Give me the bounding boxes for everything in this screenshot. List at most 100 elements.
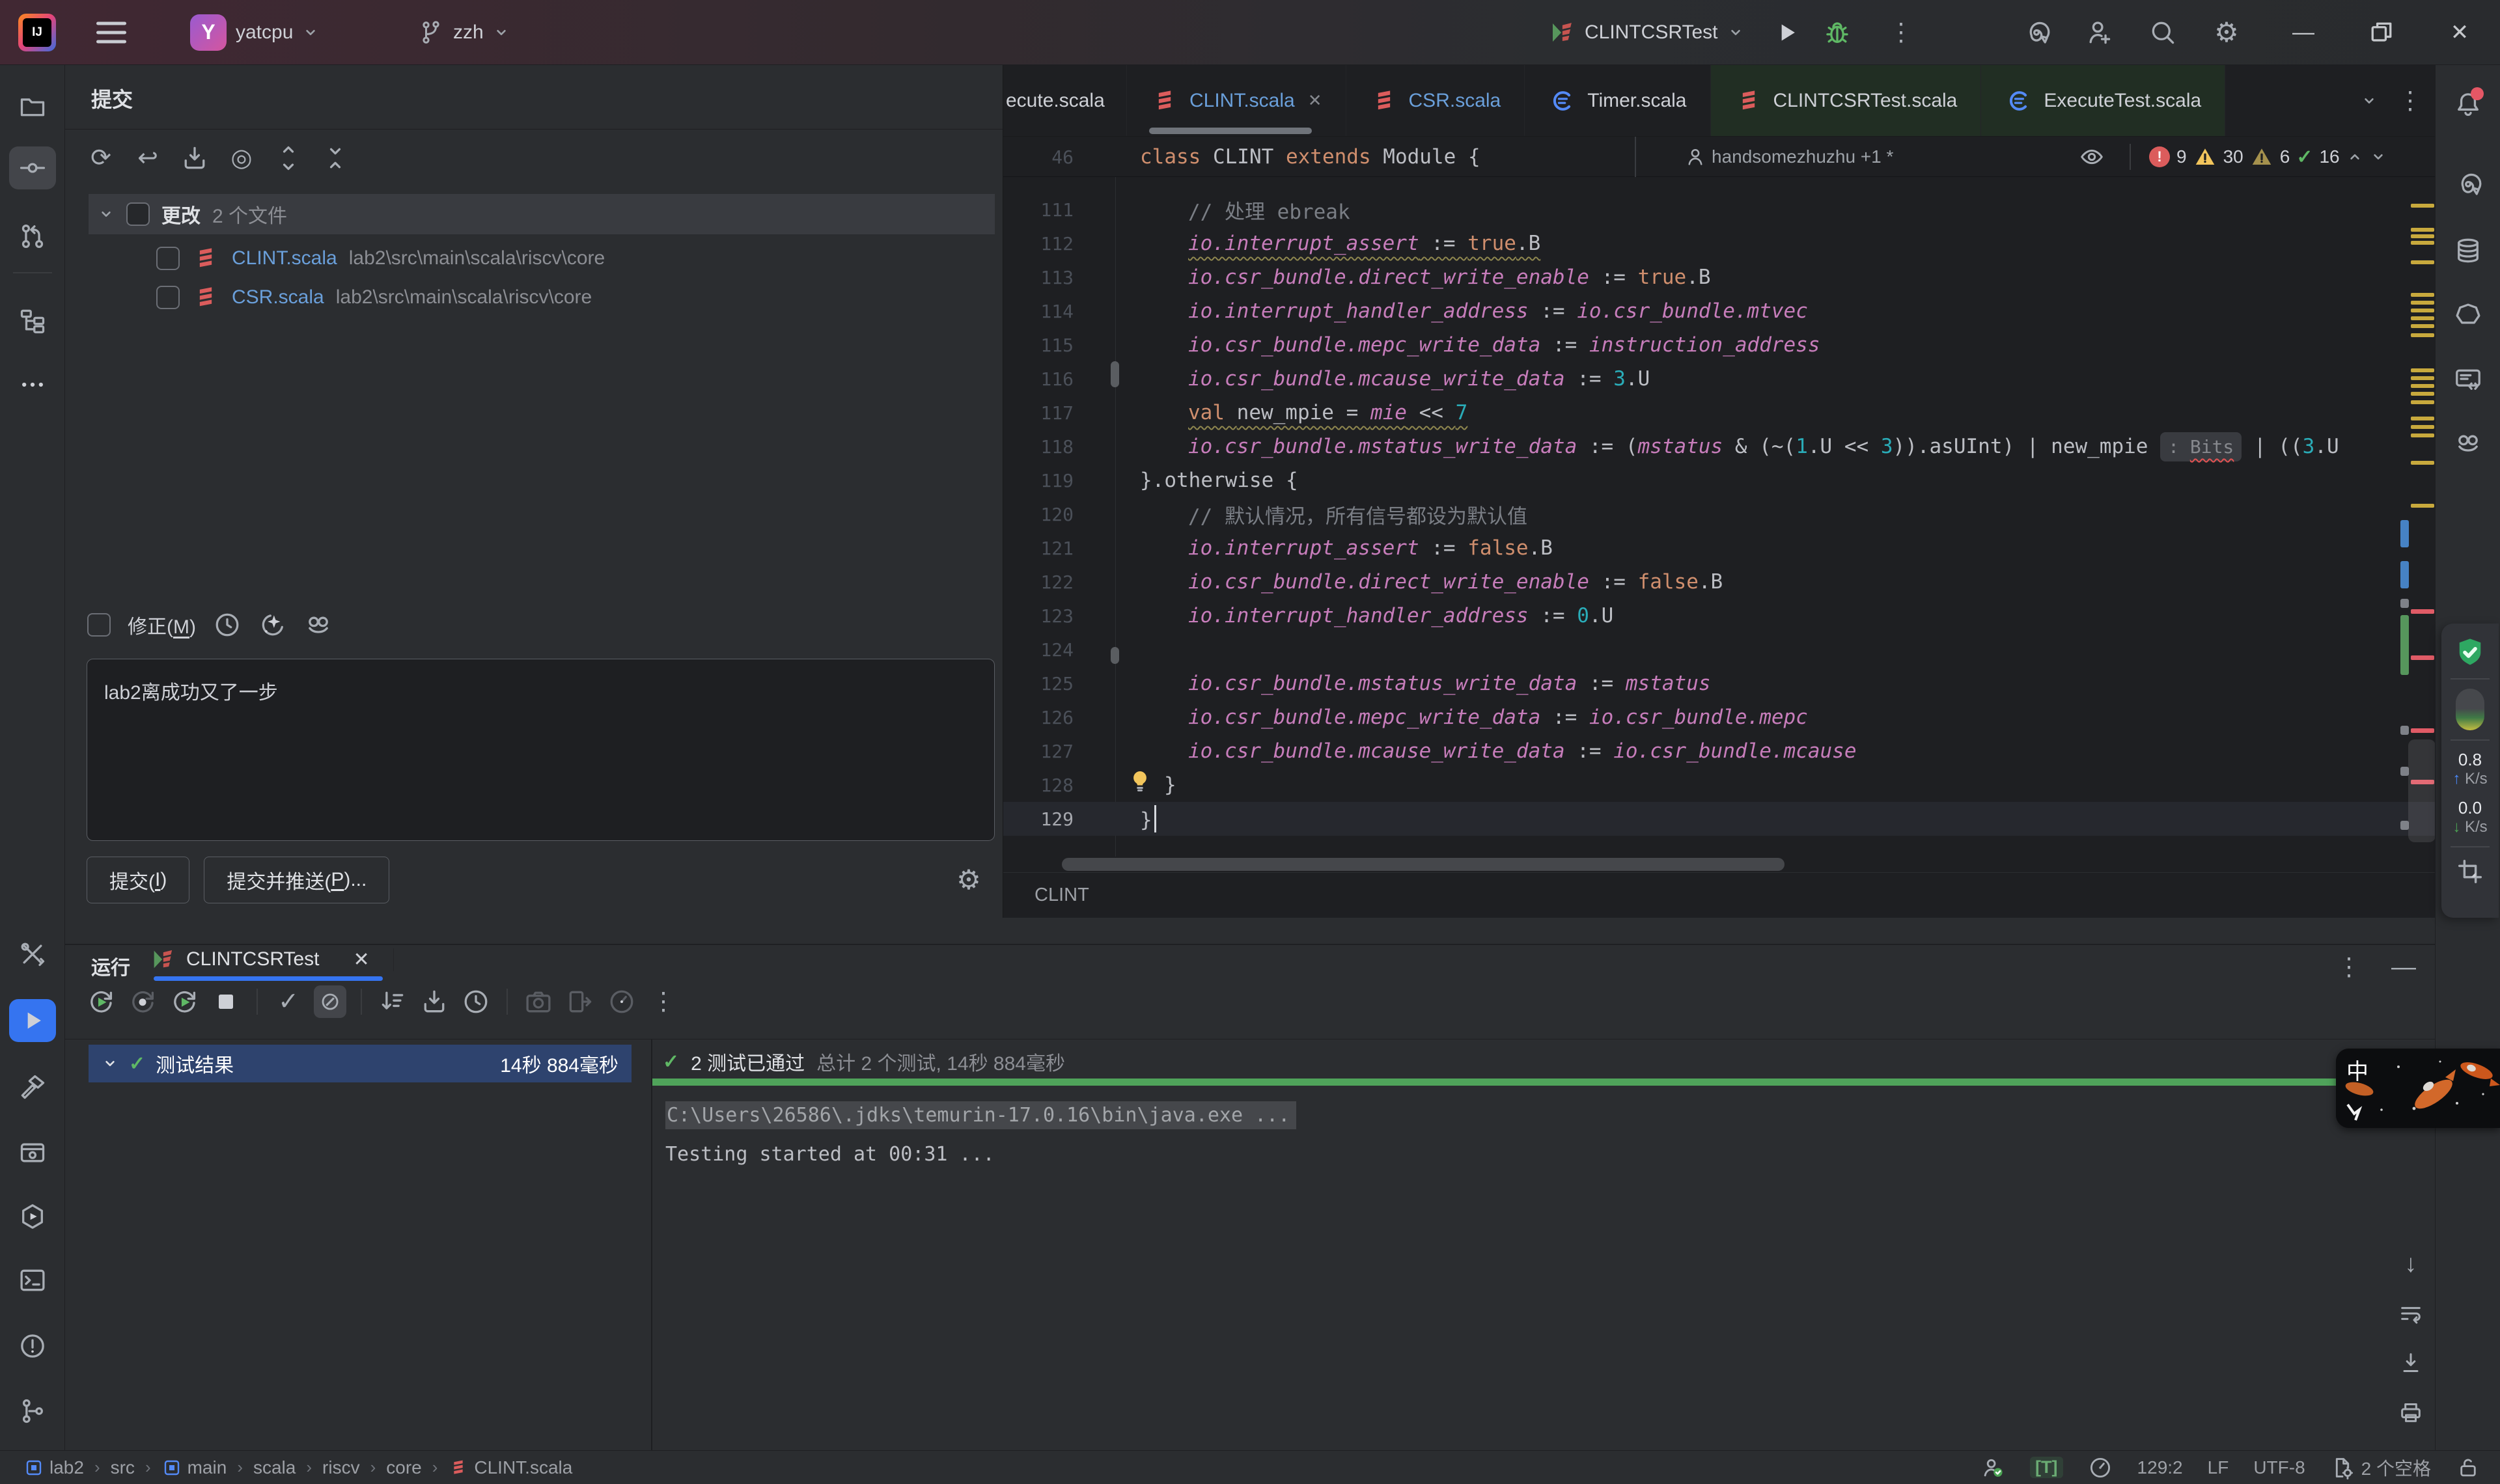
error-mark[interactable]: [2411, 728, 2434, 733]
warning-mark[interactable]: [2411, 309, 2434, 312]
intention-lightbulb-icon[interactable]: [1127, 768, 1153, 799]
warning-mark[interactable]: [2411, 241, 2434, 245]
shelve-button[interactable]: [178, 142, 211, 174]
previous-problem-chevron-icon[interactable]: [2346, 148, 2363, 165]
minimize-button[interactable]: —: [2289, 20, 2318, 45]
breadcrumb-item-scala[interactable]: scala: [253, 1457, 296, 1478]
tool-window-button-dev-tools[interactable]: [9, 933, 56, 976]
code-line-123[interactable]: 123io.interrupt_handler_address := 0.U: [1003, 599, 2436, 633]
code-line-114[interactable]: 114io.interrupt_handler_address := io.cs…: [1003, 294, 2436, 328]
amend-checkbox[interactable]: [87, 613, 111, 637]
tool-window-button-version-control[interactable]: [9, 1390, 56, 1433]
breadcrumb-item-main[interactable]: main: [161, 1457, 227, 1478]
settings-button[interactable]: ⚙: [2212, 18, 2241, 47]
changed-file-row[interactable]: CSR.scalalab2\src\main\scala\riscv\core: [156, 279, 995, 316]
line-number[interactable]: 129: [1003, 808, 1074, 830]
line-number[interactable]: 114: [1003, 301, 1074, 322]
file-checkbox[interactable]: [156, 286, 180, 309]
warning-mark[interactable]: [2411, 324, 2434, 328]
robot-icon[interactable]: [304, 611, 333, 639]
tool-window-button-commit[interactable]: [9, 146, 56, 189]
breadcrumb-item-riscv[interactable]: riscv: [322, 1457, 360, 1478]
restore-button[interactable]: [2367, 18, 2396, 47]
performance-gauge-icon[interactable]: [2088, 1455, 2113, 1480]
import-tests-button[interactable]: [418, 985, 451, 1018]
tab-CSR.scala[interactable]: CSR.scala: [1346, 65, 1525, 136]
tool-window-button-profiler[interactable]: [9, 1195, 56, 1238]
line-number[interactable]: 111: [1003, 199, 1074, 221]
caret-position[interactable]: 129:2: [2137, 1457, 2183, 1478]
commit-message-input[interactable]: lab2离成功又了一步: [87, 659, 995, 841]
translation-plugin-badge[interactable]: [T]: [2030, 1457, 2063, 1478]
tab-CLINTCSRTest.scala[interactable]: CLINTCSRTest.scala: [1711, 65, 1982, 136]
vertical-scrollbar-thumb[interactable]: [2408, 739, 2436, 842]
ai-assistant-button[interactable]: [2022, 18, 2051, 47]
code-vision-authors[interactable]: handsomezhuzhu +1 *: [1684, 137, 1893, 177]
tab-ExecuteTest.scala[interactable]: ExecuteTest.scala: [1981, 65, 2225, 136]
warning-mark[interactable]: [2411, 228, 2434, 232]
lock-icon[interactable]: [2456, 1455, 2480, 1480]
commit-button[interactable]: 提交(I): [87, 857, 189, 903]
warning-mark[interactable]: [2411, 234, 2434, 238]
file-encoding[interactable]: UTF-8: [2253, 1457, 2305, 1478]
show-diff-button[interactable]: ◎: [225, 142, 258, 174]
code-line-116[interactable]: 116io.csr_bundle.mcause_write_data := 3.…: [1003, 362, 2436, 396]
inspection-ok-shield-icon[interactable]: [2453, 635, 2487, 669]
code-viewport[interactable]: 111// 处理 ebreak112io.interrupt_assert :=…: [1003, 177, 2436, 857]
line-number[interactable]: 124: [1003, 639, 1074, 661]
warning-mark[interactable]: [2411, 368, 2434, 372]
code-with-me-status-icon[interactable]: [1980, 1455, 2005, 1480]
sticky-line[interactable]: 46 class CLINT extends Module {: [1003, 137, 1636, 177]
line-number[interactable]: 119: [1003, 470, 1074, 491]
warning-mark[interactable]: [2411, 400, 2434, 404]
code-line-127[interactable]: 127io.csr_bundle.mcause_write_data := io…: [1003, 734, 2436, 768]
line-number[interactable]: 121: [1003, 538, 1074, 559]
console-line[interactable]: Testing started at 00:31 ...: [665, 1134, 2389, 1174]
code-line-118[interactable]: 118io.csr_bundle.mstatus_write_data := (…: [1003, 430, 2436, 463]
toggle-auto-test-button[interactable]: [168, 985, 201, 1018]
tool-window-button-problems[interactable]: [9, 1325, 56, 1367]
info-mark[interactable]: [2400, 599, 2409, 608]
main-menu-button[interactable]: [96, 21, 126, 43]
tool-window-button-more-tool-windows[interactable]: [9, 363, 56, 406]
highlighting-level-eye-icon[interactable]: [2079, 137, 2105, 177]
info-mark[interactable]: [2400, 726, 2409, 735]
line-number[interactable]: 112: [1003, 233, 1074, 254]
test-history-button[interactable]: [460, 985, 492, 1018]
soft-wrap-button[interactable]: [2395, 1297, 2427, 1330]
change-mark[interactable]: [2400, 561, 2409, 588]
tab-options-kebab-icon[interactable]: ⋮: [2396, 87, 2424, 115]
warning-mark[interactable]: [2411, 376, 2434, 380]
tool-window-button-plugin-assistant[interactable]: [2445, 422, 2492, 465]
code-line-125[interactable]: 125io.csr_bundle.mstatus_write_data := m…: [1003, 666, 2436, 700]
code-line-122[interactable]: 122io.csr_bundle.direct_write_enable := …: [1003, 565, 2436, 599]
hide-tool-window-icon[interactable]: —: [2389, 953, 2418, 982]
run-button[interactable]: [1772, 18, 1801, 47]
sort-by-duration-button[interactable]: [376, 985, 409, 1018]
scroll-to-end-button[interactable]: [2395, 1347, 2427, 1379]
code-line-121[interactable]: 121io.interrupt_assert := false.B: [1003, 531, 2436, 565]
test-results-row[interactable]: ✓ 测试结果 14秒 884毫秒: [89, 1045, 632, 1082]
breadcrumb-item-CLINT.scala[interactable]: CLINT.scala: [448, 1457, 572, 1478]
breadcrumb-item-core[interactable]: core: [386, 1457, 421, 1478]
rerun-button[interactable]: [85, 985, 117, 1018]
warning-mark[interactable]: [2411, 461, 2434, 465]
history-icon[interactable]: [213, 611, 242, 639]
line-number[interactable]: 125: [1003, 673, 1074, 694]
tool-window-button-ui-preview[interactable]: [2445, 358, 2492, 401]
file-checkbox[interactable]: [156, 247, 180, 270]
error-mark[interactable]: [2411, 655, 2434, 660]
branch-selector[interactable]: zzh: [418, 20, 510, 46]
code-line-128[interactable]: 128}: [1003, 768, 2436, 802]
scroll-down-button[interactable]: ↓: [2395, 1248, 2427, 1280]
code-line-129[interactable]: 129}: [1003, 802, 2436, 836]
ai-generate-commit-message-icon[interactable]: [258, 611, 287, 639]
tool-window-button-project[interactable]: [9, 85, 56, 128]
test-console-pane[interactable]: ✓ 2 测试已通过 总计 2 个测试, 14秒 884毫秒 C:\Users\2…: [652, 1039, 2435, 1450]
breadcrumb-item-src[interactable]: src: [111, 1457, 135, 1478]
debug-button[interactable]: [1823, 18, 1852, 47]
indent-setting[interactable]: 2 个空格: [2330, 1455, 2431, 1481]
warning-mark[interactable]: [2411, 504, 2434, 508]
project-selector[interactable]: Y yatcpu: [190, 14, 319, 51]
warning-mark[interactable]: [2411, 417, 2434, 420]
